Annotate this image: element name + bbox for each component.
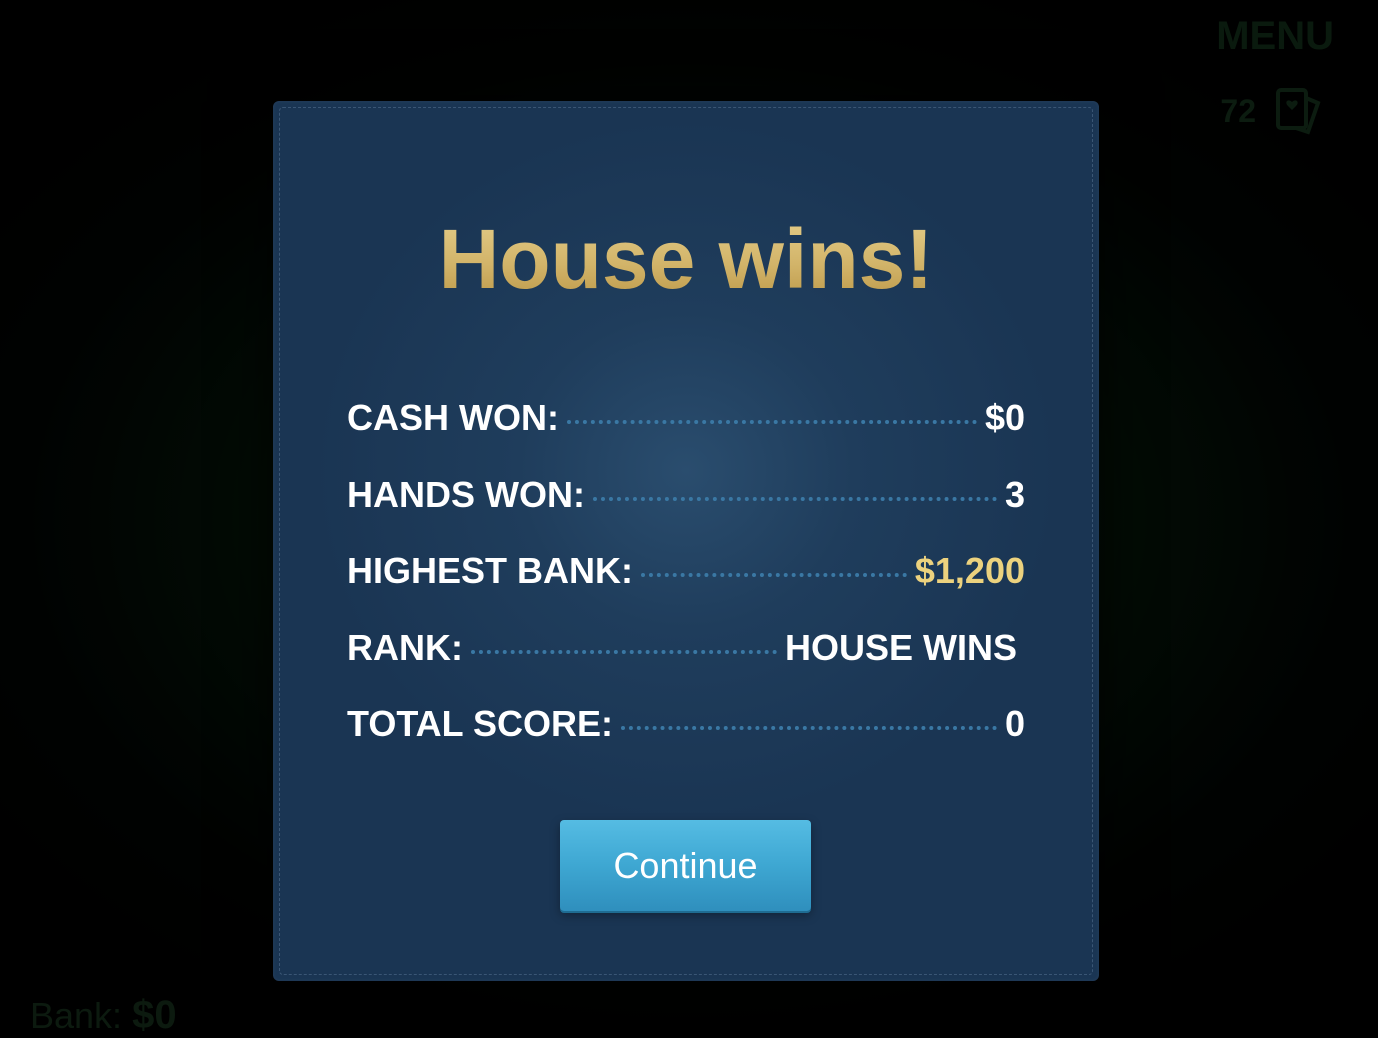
deck-counter: 72: [1220, 86, 1322, 136]
deck-count: 72: [1220, 92, 1256, 129]
stat-label: HANDS WON:: [347, 473, 585, 515]
dotted-leader: [641, 573, 907, 577]
stat-value: $1,200: [914, 550, 1025, 591]
dotted-leader: [621, 726, 997, 730]
stat-row-rank: RANK: HOUSE WINS: [347, 627, 1025, 704]
card-deck-icon: [1274, 86, 1322, 136]
menu-button[interactable]: MENU: [1216, 14, 1334, 59]
stat-label: TOTAL SCORE:: [347, 703, 614, 744]
stat-label: RANK:: [347, 626, 463, 668]
stat-value: 0: [1004, 703, 1025, 744]
stat-value: 3: [1004, 473, 1025, 515]
dotted-leader: [592, 496, 997, 501]
game-over-modal: House wins! CASH WON: $0 HANDS WON: 3 HI…: [273, 101, 1099, 981]
stat-row-cash-won: CASH WON: $0: [347, 397, 1025, 474]
stat-label: CASH WON:: [347, 397, 559, 438]
stat-row-highest-bank: HIGHEST BANK: $1,200: [347, 550, 1025, 627]
stat-label: HIGHEST BANK:: [347, 550, 633, 591]
bank-display: Bank: $0: [30, 993, 177, 1038]
bank-label: Bank:: [30, 995, 123, 1036]
stats-list: CASH WON: $0 HANDS WON: 3 HIGHEST BANK: …: [347, 397, 1025, 780]
stat-value: HOUSE WINS: [784, 626, 1017, 668]
dotted-leader: [470, 649, 777, 654]
stat-row-hands-won: HANDS WON: 3: [347, 474, 1025, 551]
bank-value: $0: [132, 993, 177, 1037]
continue-button[interactable]: Continue: [560, 820, 811, 911]
modal-title: House wins!: [273, 211, 1099, 308]
stat-row-total-score: TOTAL SCORE: 0: [347, 703, 1025, 780]
dotted-leader: [566, 420, 977, 424]
stat-value: $0: [984, 397, 1025, 438]
